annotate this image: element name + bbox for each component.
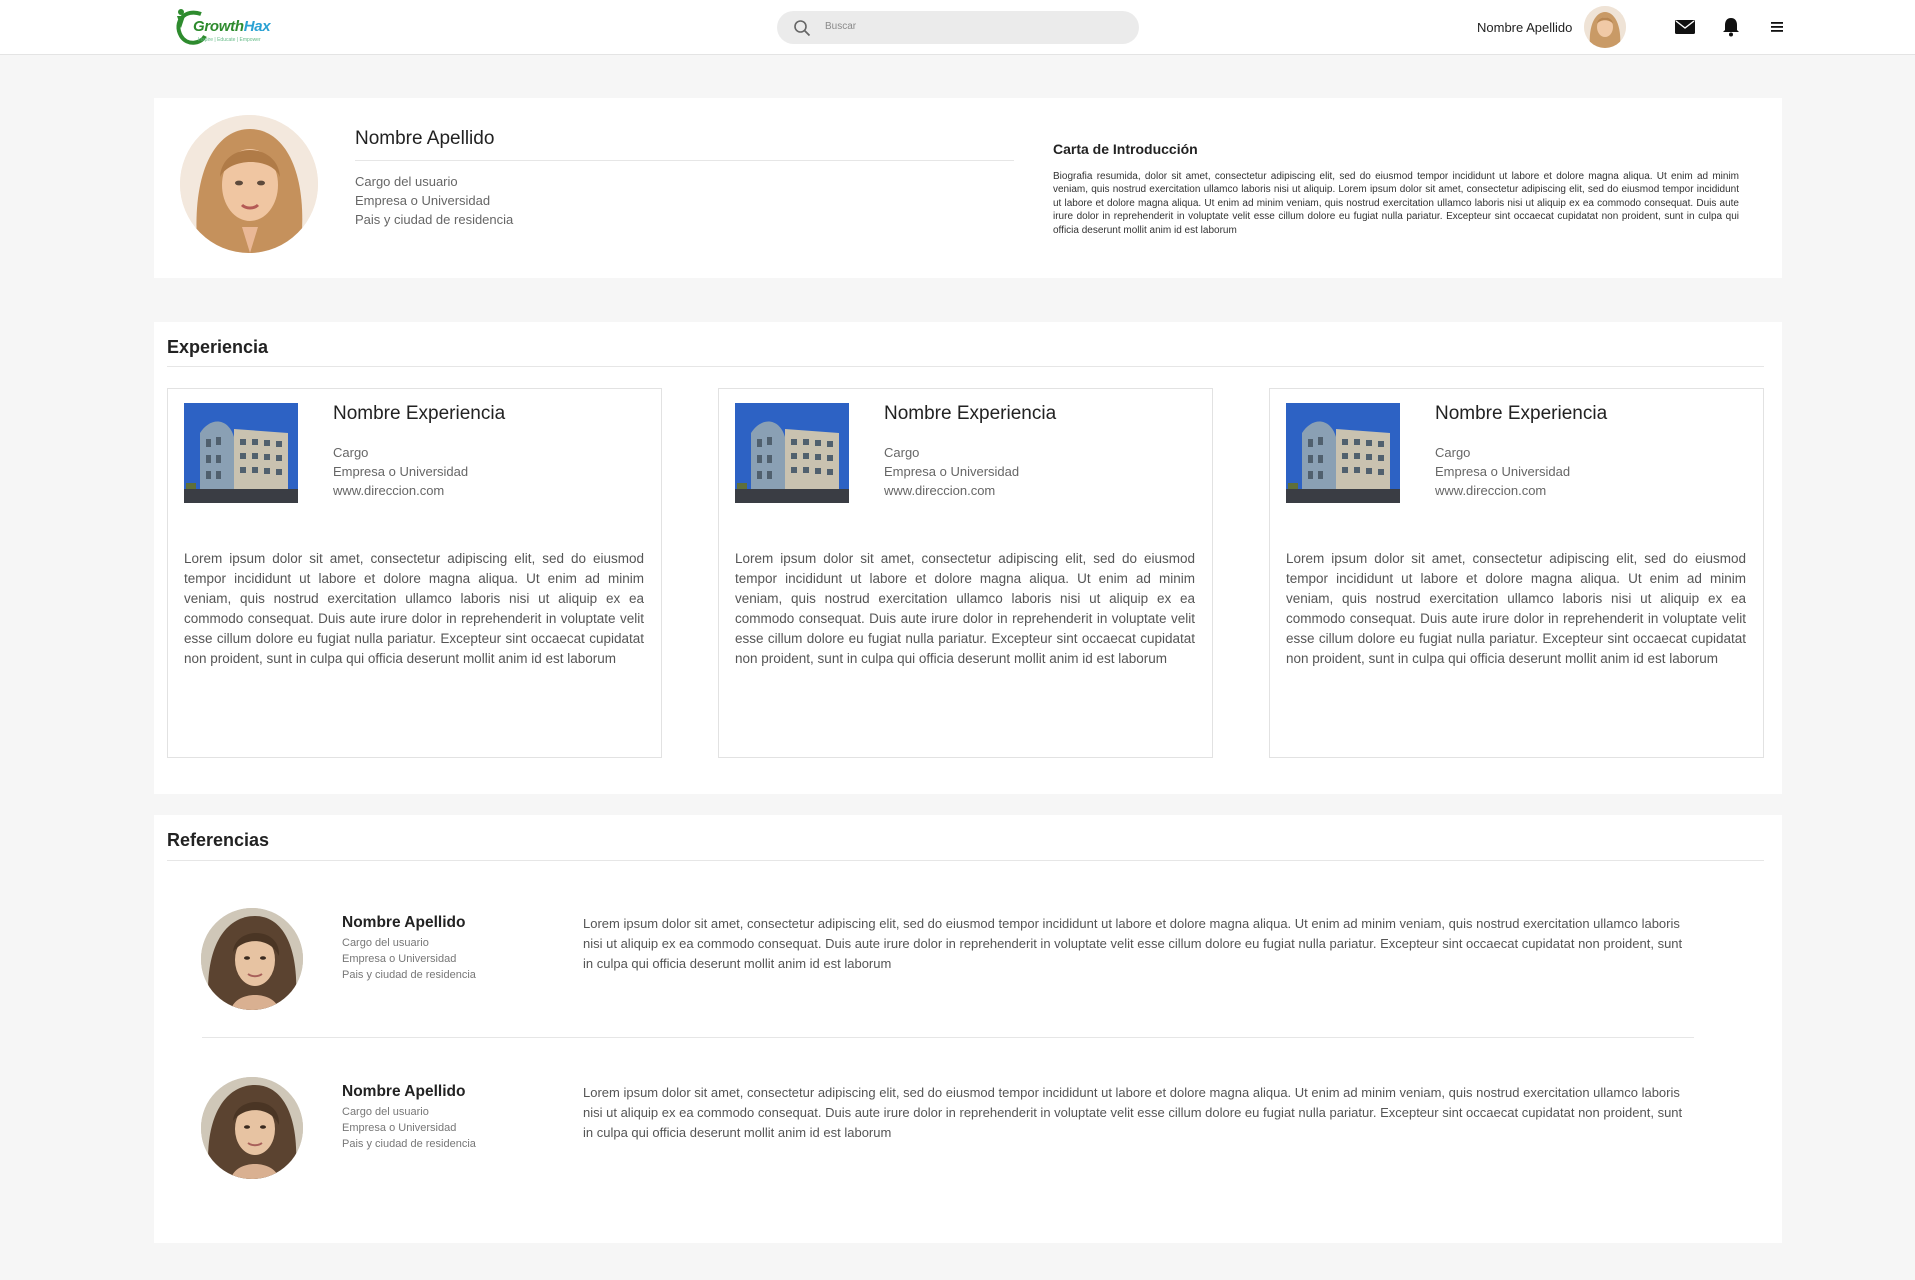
reference-portrait-icon: [201, 1077, 303, 1179]
reference-text: Lorem ipsum dolor sit amet, consectetur …: [583, 916, 1683, 971]
intro-title: Carta de Introducción: [1053, 141, 1198, 157]
reference-text: Lorem ipsum dolor sit amet, consectetur …: [583, 1085, 1683, 1140]
reference-name: Nombre Apellido: [342, 1083, 466, 1100]
experience-details: Cargo Empresa o Universidad www.direccio…: [1435, 443, 1570, 500]
experience-role: Cargo: [333, 445, 369, 460]
logo-tagline: Inspire | Educate | Empower: [198, 37, 261, 43]
reference-item[interactable]: Nombre Apellido Cargo del usuario Empres…: [154, 1077, 1782, 1187]
reference-company: Empresa o Universidad: [342, 1122, 457, 1134]
reference-separator: [202, 1037, 1694, 1038]
profile-portrait-icon: [180, 115, 318, 253]
logo-text-accent: Hax: [243, 18, 271, 35]
experience-role: Cargo: [884, 445, 920, 460]
experience-description: Lorem ipsum dolor sit amet, consectetur …: [735, 551, 1195, 666]
profile-card: Nombre Apellido Cargo del usuario Empres…: [154, 98, 1782, 278]
building-photo-icon: [735, 403, 849, 503]
experience-image: [184, 403, 298, 503]
profile-company: Empresa o Universidad: [355, 193, 491, 208]
reference-item[interactable]: Nombre Apellido Cargo del usuario Empres…: [154, 908, 1782, 1018]
search-placeholder[interactable]: Buscar: [825, 21, 856, 32]
reference-role: Cargo del usuario: [342, 1106, 429, 1118]
reference-avatar: [201, 1077, 303, 1179]
reference-role: Cargo del usuario: [342, 937, 429, 949]
growthhax-logo[interactable]: GrowthHax Inspire | Educate | Empower: [171, 6, 271, 48]
experience-section: Experiencia Nombre Experiencia Cargo Emp…: [154, 322, 1782, 794]
experience-description: Lorem ipsum dolor sit amet, consectetur …: [1286, 551, 1746, 666]
reference-details: Cargo del usuario Empresa o Universidad …: [342, 1104, 476, 1152]
references-title: Referencias: [167, 830, 270, 850]
intro-text: Biografia resumida, dolor sit amet, cons…: [1053, 171, 1739, 236]
experience-details: Cargo Empresa o Universidad www.direccio…: [333, 443, 468, 500]
mail-icon[interactable]: [1674, 16, 1696, 38]
experience-item[interactable]: Nombre Experiencia Cargo Empresa o Unive…: [167, 388, 662, 758]
experience-title: Experiencia: [167, 337, 269, 357]
experience-item[interactable]: Nombre Experiencia Cargo Empresa o Unive…: [718, 388, 1213, 758]
nav-user-avatar[interactable]: [1584, 6, 1626, 48]
search-bar[interactable]: Buscar: [777, 11, 1139, 44]
profile-location: Pais y ciudad de residencia: [355, 212, 514, 227]
experience-details: Cargo Empresa o Universidad www.direccio…: [884, 443, 1019, 500]
building-photo-icon: [1286, 403, 1400, 503]
menu-icon[interactable]: [1766, 16, 1788, 38]
bell-icon[interactable]: [1720, 16, 1742, 38]
experience-image: [1286, 403, 1400, 503]
reference-location: Pais y ciudad de residencia: [342, 969, 476, 981]
experience-name: Nombre Experiencia: [1435, 403, 1608, 424]
experience-name: Nombre Experiencia: [333, 403, 506, 424]
profile-details: Cargo del usuario Empresa o Universidad …: [355, 172, 513, 229]
nav-user-name[interactable]: Nombre Apellido: [1477, 20, 1572, 35]
experience-url[interactable]: www.direccion.com: [884, 481, 1019, 500]
experience-url[interactable]: www.direccion.com: [333, 481, 468, 500]
experience-divider: [167, 366, 1764, 367]
logo-text-main: Growth: [193, 18, 244, 35]
profile-name: Nombre Apellido: [355, 128, 495, 149]
experience-name: Nombre Experiencia: [884, 403, 1057, 424]
reference-details: Cargo del usuario Empresa o Universidad …: [342, 935, 476, 983]
reference-avatar: [201, 908, 303, 1010]
profile-role: Cargo del usuario: [355, 174, 458, 189]
logo-text: GrowthHax: [193, 18, 271, 35]
experience-url[interactable]: www.direccion.com: [1435, 481, 1570, 500]
avatar-portrait-icon: [1584, 6, 1626, 48]
building-photo-icon: [184, 403, 298, 503]
search-icon: [794, 20, 811, 37]
experience-item[interactable]: Nombre Experiencia Cargo Empresa o Unive…: [1269, 388, 1764, 758]
reference-portrait-icon: [201, 908, 303, 1010]
experience-company: Empresa o Universidad: [884, 464, 1020, 479]
top-navbar: GrowthHax Inspire | Educate | Empower Bu…: [0, 0, 1915, 55]
reference-company: Empresa o Universidad: [342, 953, 457, 965]
references-divider: [167, 860, 1764, 861]
profile-divider: [355, 160, 1014, 161]
experience-company: Empresa o Universidad: [333, 464, 469, 479]
profile-avatar: [180, 115, 318, 253]
experience-role: Cargo: [1435, 445, 1471, 460]
reference-location: Pais y ciudad de residencia: [342, 1138, 476, 1150]
experience-image: [735, 403, 849, 503]
references-section: Referencias Nombre Apellido Cargo del us…: [154, 815, 1782, 1243]
reference-name: Nombre Apellido: [342, 914, 466, 931]
experience-description: Lorem ipsum dolor sit amet, consectetur …: [184, 551, 644, 666]
experience-company: Empresa o Universidad: [1435, 464, 1571, 479]
